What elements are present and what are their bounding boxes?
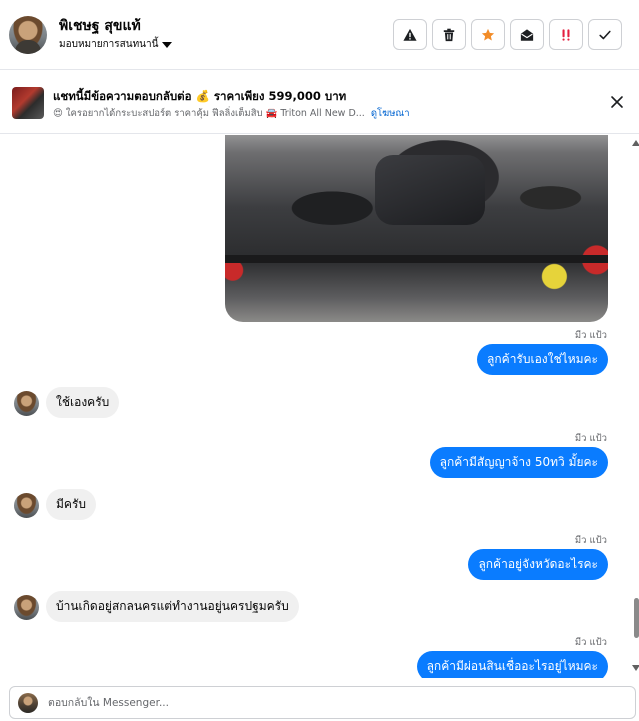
- check-icon: [599, 30, 611, 39]
- incoming-message[interactable]: มีครับ: [46, 489, 96, 520]
- report-button[interactable]: [393, 19, 427, 50]
- scroll-down-arrow-icon[interactable]: [632, 665, 639, 671]
- caret-down-icon: [162, 41, 173, 48]
- message-thread[interactable]: มีว แป้ว ลูกค้ารับเองใช่ไหมคะ ใช้เองครับ…: [0, 135, 631, 678]
- ad-subtitle-text: 😍 ใครอยากได้กระบะสปอร์ต ราคาคุ้ม ฟีลลิ่ง…: [53, 108, 365, 119]
- seen-label: มีว แป้ว: [574, 637, 607, 648]
- header-actions: [393, 19, 622, 50]
- assign-conversation-dropdown[interactable]: มอบหมายการสนทนานี้: [59, 37, 173, 52]
- outgoing-message[interactable]: ลูกค้าอยู่จังหวัดอะไรคะ: [468, 549, 608, 580]
- assign-label: มอบหมายการสนทนานี้: [59, 39, 159, 50]
- ad-subtitle: 😍 ใครอยากได้กระบะสปอร์ต ราคาคุ้ม ฟีลลิ่ง…: [53, 106, 410, 121]
- sender-avatar[interactable]: [14, 595, 39, 620]
- scroll-up-arrow-icon[interactable]: [632, 140, 639, 146]
- contact-name[interactable]: พิเชษฐ สุขแท้: [59, 15, 141, 37]
- outgoing-message[interactable]: ลูกค้ามีผ่อนสินเชื่ออะไรอยู่ไหมคะ: [416, 651, 608, 678]
- page-avatar: [18, 693, 38, 713]
- envelope-open-icon: [520, 28, 534, 41]
- seen-label: มีว แป้ว: [574, 330, 607, 341]
- mark-unread-button[interactable]: [510, 19, 544, 50]
- star-button[interactable]: [471, 19, 505, 50]
- engine-photo[interactable]: [225, 135, 608, 322]
- trash-icon: [443, 28, 455, 41]
- incoming-message[interactable]: บ้านเกิดอยู่สกลนครแต่ทำงานอยู่นครปฐมครับ: [46, 591, 299, 622]
- sender-avatar[interactable]: [14, 493, 39, 518]
- sender-avatar[interactable]: [14, 391, 39, 416]
- seen-label: มีว แป้ว: [574, 433, 607, 444]
- seen-label: มีว แป้ว: [574, 535, 607, 546]
- reply-input[interactable]: [48, 694, 608, 712]
- conversation-header: พิเชษฐ สุขแท้ มอบหมายการสนทนานี้: [0, 0, 639, 70]
- exclamation-icon: [562, 28, 570, 41]
- spam-button[interactable]: [549, 19, 583, 50]
- incoming-message[interactable]: ใช้เองครับ: [46, 387, 120, 418]
- ad-referral-bar: แชทนี้มีข้อความตอบกลับต่อ 💰 ราคาเพียง 59…: [0, 71, 639, 134]
- ad-thumbnail[interactable]: [12, 87, 44, 119]
- chat-scrollbar[interactable]: [631, 135, 639, 678]
- reply-composer: [9, 686, 636, 719]
- star-icon: [481, 28, 495, 41]
- close-icon[interactable]: [610, 95, 624, 109]
- contact-avatar[interactable]: [9, 16, 47, 54]
- view-ad-link[interactable]: ดูโฆษณา: [371, 108, 410, 119]
- scroll-thumb[interactable]: [634, 598, 639, 638]
- outgoing-message[interactable]: ลูกค้ามีสัญญาจ้าง 50ทวิ มั้ยคะ: [429, 447, 608, 478]
- done-button[interactable]: [588, 19, 622, 50]
- warning-icon: [403, 28, 417, 41]
- delete-button[interactable]: [432, 19, 466, 50]
- outgoing-message[interactable]: ลูกค้ารับเองใช่ไหมคะ: [477, 344, 608, 375]
- ad-title: แชทนี้มีข้อความตอบกลับต่อ 💰 ราคาเพียง 59…: [53, 89, 347, 103]
